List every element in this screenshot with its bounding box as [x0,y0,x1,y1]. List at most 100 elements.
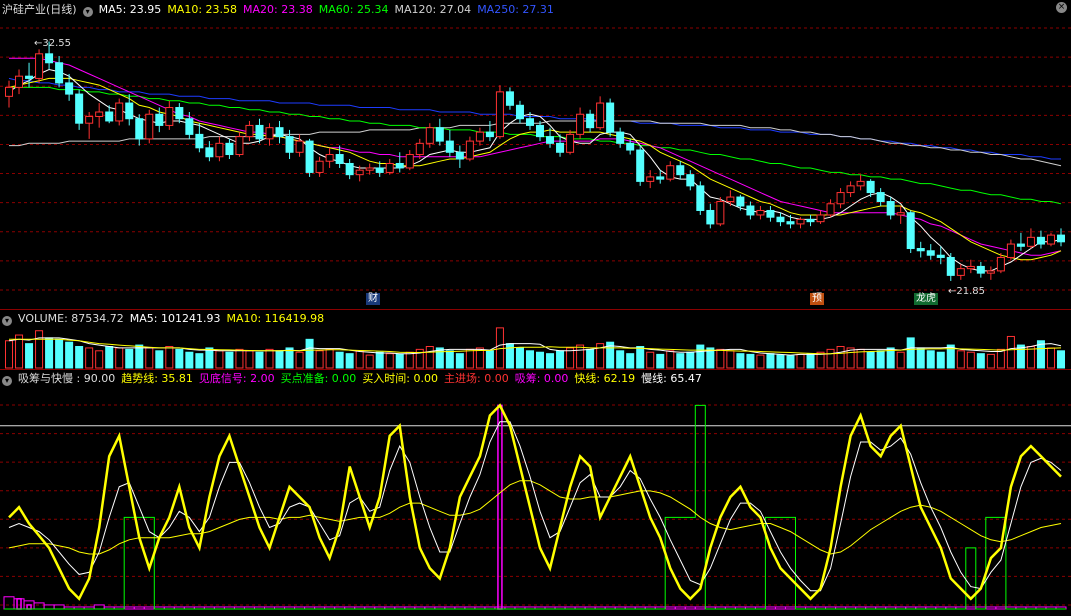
volume-bar [215,350,224,369]
candle-body [606,102,615,133]
candle-body [275,127,284,138]
volume-bar [45,337,54,369]
candle-body [295,140,304,153]
candle-body [75,93,84,124]
volume-bar [315,350,324,369]
candle-body [666,165,675,180]
candle-body [556,142,565,153]
accumulate-bar [784,606,796,610]
candle-body [225,142,234,156]
volume-bar [395,353,404,369]
indicator-chart-pane[interactable]: ▾ 吸筹与快慢 : 90.00 趋势线: 35.81 见底信号: 2.00 买点准备: … [0,369,1071,616]
signal-legend: 见底信号: 2.00 [198,372,275,385]
volume-bar [1046,347,1055,369]
candle-body [876,192,885,203]
price-legend: 沪硅产业(日线) ▾ MA5: 23.95 MA10: 23.58 MA20: 23.3… [2,3,560,17]
candle-body [485,131,494,138]
volume-bar [325,348,334,369]
accumulate-bar [664,606,676,610]
volume-bar [796,353,805,369]
ma-line-ma5 [8,68,1062,272]
accumulate-bar [3,596,15,610]
volume-bar [485,350,494,369]
indicator-dropdown-icon[interactable]: ▾ [2,376,12,386]
accumulate-bar [143,606,155,610]
volume-bar [866,351,875,369]
volume-bar [175,348,184,369]
volume-dropdown-icon[interactable]: ▾ [2,316,12,326]
dragon-tiger-tag[interactable]: 龙虎 [914,293,938,305]
volume-bar [636,346,645,369]
candle-body [706,209,715,225]
volume-bar [345,353,354,369]
forecast-tag[interactable]: 预 [810,293,824,305]
candle-body [345,162,354,176]
candle-body [816,214,825,223]
volume-bar [35,330,44,369]
volume-bar [125,348,134,369]
volume-bar [105,346,114,369]
candle-body [596,102,605,129]
candle-body [525,118,534,126]
slow-legend: 慢线: 65.47 [641,372,702,385]
volume-bar [926,350,935,369]
candle-body [315,160,324,173]
candle-body [325,154,334,162]
ma-line-ma20 [9,57,1062,256]
volume-bar [746,353,755,369]
volume-bar [836,346,845,369]
candle-body [996,256,1005,272]
volume-bar [876,350,885,369]
volume-bar [305,338,314,369]
volume-bar [826,348,835,369]
candle-body [475,131,484,142]
accumulate-bar [33,602,45,610]
candle-body [425,127,434,144]
candle-body [966,265,975,270]
accumulate-bar [13,598,25,610]
volume-bar [696,344,705,369]
candle-body [355,169,364,176]
ma-line-ma10 [8,77,1062,261]
volume-bar [536,351,545,369]
price-chart-canvas[interactable] [0,0,1071,309]
volume-bar [966,351,975,369]
volume-bar [65,341,74,369]
volume-bar [145,347,154,369]
trend-legend: 趋势线: 35.81 [121,372,193,385]
ma250-legend: MA250: 27.31 [477,3,554,16]
candle-body [1006,243,1015,258]
candle-body [335,154,344,164]
candle-body [35,53,44,79]
candle-body [405,154,414,169]
candle-body [576,113,585,135]
price-chart-pane[interactable]: 沪硅产业(日线) ▾ MA5: 23.95 MA10: 23.58 MA20: 23.3… [0,0,1071,309]
candle-body [586,113,595,129]
volume-bar [996,348,1005,369]
volume-bar [766,353,775,369]
close-icon[interactable]: × [1056,2,1067,13]
candle-body [856,180,865,187]
bottom-signal-bar [16,598,22,610]
candle-body [185,118,194,135]
candle-body [55,62,64,84]
ma5-legend: MA5: 23.95 [98,3,162,16]
volume-bar [365,354,374,369]
candle-body [786,221,795,225]
volume-bar [646,351,655,369]
earnings-tag[interactable]: 财 [366,293,380,305]
candle-body [205,147,214,158]
volume-bar [255,351,264,369]
settings-dropdown-icon[interactable]: ▾ [82,7,93,17]
accumulate-bar [43,604,55,610]
candle-body [806,218,815,223]
candle-body [546,136,555,144]
candle-body [1046,234,1055,245]
indicator-chart-canvas[interactable] [0,369,1071,616]
ma10-legend: MA10: 23.58 [167,3,238,16]
volume-chart-pane[interactable]: ▾ VOLUME: 87534.72 MA5: 101241.93 MA10: 116… [0,309,1071,369]
candle-body [626,142,635,151]
volume-bar [986,353,995,369]
main-in-legend: 主进场: 0.00 [444,372,509,385]
volume-bar [235,348,244,369]
